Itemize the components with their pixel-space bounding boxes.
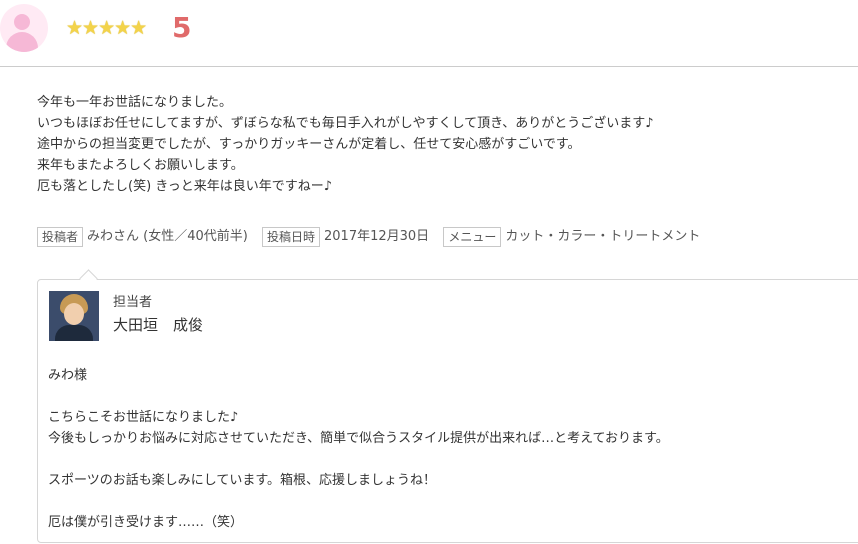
staff-photo-shirt [55,325,93,341]
reply-body: みわ様 こちらこそお世話になりました♪ 今後もしっかりお悩みに対応させていただき… [48,365,848,533]
reply-line: こちらこそお世話になりました♪ [48,410,239,425]
review-header: ★★★★★ 5 [0,0,858,67]
review-line: 来年もまたよろしくお願いします。 [37,158,244,173]
reply-line: 厄は僕が引き受けます……（笑） [48,515,244,530]
review-line: 厄も落としたし(笑) きっと来年は良い年ですねー♪ [37,179,333,194]
reply-line: みわ様 [48,368,88,383]
rating-score: 5 [172,11,192,44]
date-tag: 投稿日時 [261,227,320,247]
staff-photo [49,291,99,341]
date-value: 2017年12月30日 [324,229,430,244]
staff-name: 大田垣 成俊 [113,316,204,334]
reply-line [48,449,848,470]
reply-line [48,386,848,407]
avatar-head [14,14,30,30]
review-line: 途中からの担当変更でしたが、すっかりガッキーさんが定着し、任せて安心感がすごいで… [37,137,581,152]
menu-value: カット・カラー・トリートメント [505,229,701,244]
poster-value: みわさん (女性／40代前半) [87,229,248,244]
reply-line: 今後もしっかりお悩みに対応させていただき、簡単で似合うスタイル提供が出来れば…と… [48,431,669,446]
reply-line [48,491,848,512]
reviewer-avatar-icon [0,4,48,52]
avatar-body [6,32,38,52]
staff-role-label: 担当者 [113,295,153,310]
menu-tag: メニュー [443,227,502,247]
star-rating-icon: ★★★★★ [66,17,147,39]
review-line: いつもほぼお任せにしてますが、ずぼらな私でも毎日手入れがしやすくして頂き、ありが… [37,116,654,131]
review-body: 今年も一年お世話になりました。 いつもほぼお任せにしてますが、ずぼらな私でも毎日… [37,92,837,197]
reply-line: スポーツのお話も楽しみにしています。箱根、応援しましょうね！ [48,473,437,488]
review-line: 今年も一年お世話になりました。 [37,95,233,110]
staff-reply: 担当者 大田垣 成俊 みわ様 こちらこそお世話になりました♪ 今後もしっかりお悩… [37,279,858,543]
poster-tag: 投稿者 [37,227,84,247]
review-meta: 投稿者 みわさん (女性／40代前半) 投稿日時 2017年12月30日 メニューカ… [37,226,710,250]
staff-photo-face [64,303,84,325]
